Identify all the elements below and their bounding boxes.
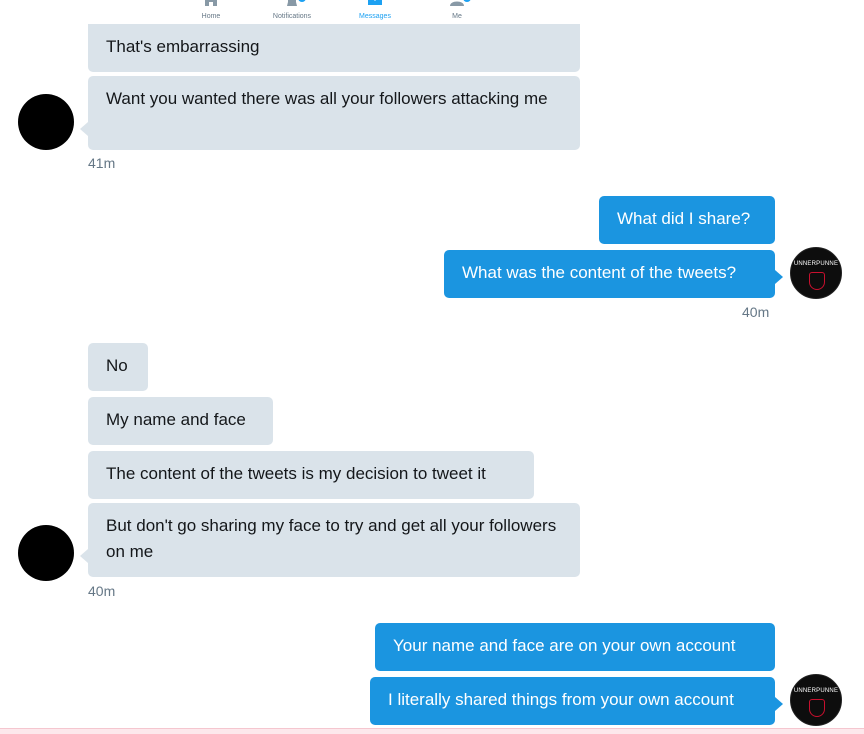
my-avatar-text: UNNERPUNNE <box>793 688 839 694</box>
message-timestamp: 41m <box>88 155 116 171</box>
message-bubble-incoming[interactable]: My name and face <box>88 397 273 445</box>
nav-home-label: Home <box>201 13 221 20</box>
bottom-edge-bar <box>0 728 864 734</box>
my-avatar[interactable]: UNNERPUNNE <box>790 247 842 299</box>
my-avatar-text: UNNERPUNNE <box>793 261 839 267</box>
message-bubble-outgoing[interactable]: Your name and face are on your own accou… <box>375 623 775 671</box>
sender-avatar[interactable] <box>18 525 74 581</box>
nav-messages-label: Messages <box>359 13 391 20</box>
crest-icon <box>809 272 825 290</box>
message-bubble-incoming[interactable]: No <box>88 343 148 391</box>
my-avatar[interactable]: UNNERPUNNE <box>790 674 842 726</box>
person-icon <box>450 1 464 6</box>
bell-icon <box>287 0 297 6</box>
crest-icon <box>809 699 825 717</box>
message-bubble-incoming[interactable]: But don't go sharing my face to try and … <box>80 503 580 577</box>
sender-avatar[interactable] <box>18 94 74 150</box>
message-timestamp: 40m <box>742 304 770 320</box>
message-bubble-incoming[interactable]: That's embarrassing <box>88 24 580 72</box>
message-bubble-outgoing[interactable]: What did I share? <box>599 196 775 244</box>
nav-notifications-label: Notifications <box>272 13 312 20</box>
top-navigation: Home Notifications Messages Me <box>0 0 864 24</box>
home-icon <box>203 0 219 6</box>
message-bubble-outgoing[interactable]: What was the content of the tweets? <box>444 250 783 298</box>
message-bubble-outgoing[interactable]: I literally shared things from your own … <box>370 677 783 725</box>
nav-me-label: Me <box>452 13 462 20</box>
message-timestamp: 40m <box>88 583 116 599</box>
envelope-icon <box>368 0 382 5</box>
message-bubble-incoming[interactable]: Want you wanted there was all your follo… <box>80 76 580 150</box>
message-bubble-incoming[interactable]: The content of the tweets is my decision… <box>88 451 534 499</box>
